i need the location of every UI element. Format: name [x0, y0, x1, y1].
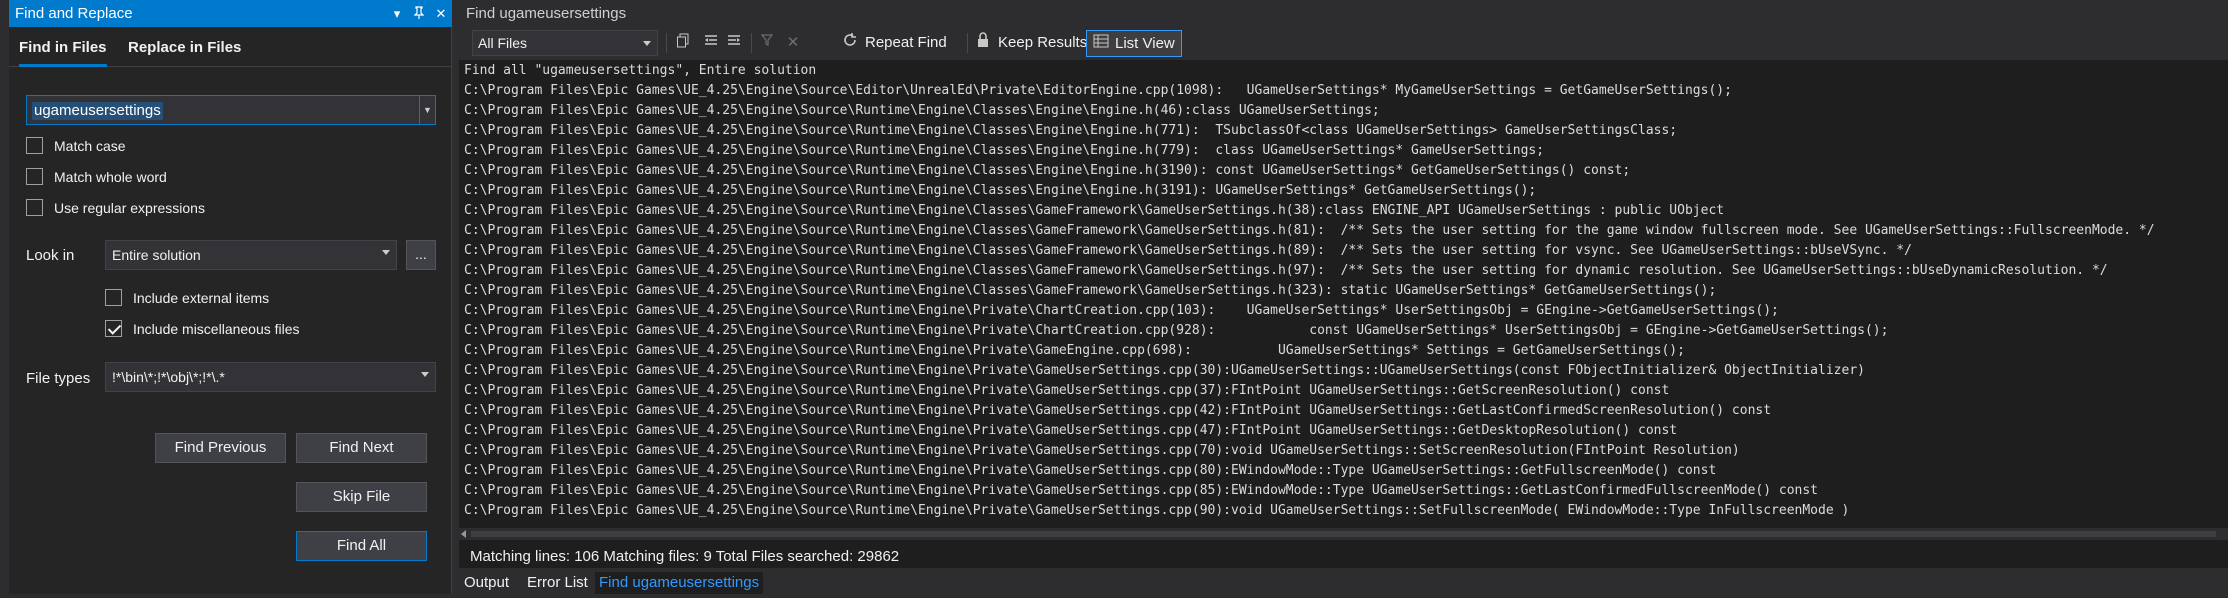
results-header-line[interactable]: Find all "ugameusersettings", Entire sol…: [464, 61, 816, 81]
file-types-value: !*\bin\*;!*\obj\*;!*\.*: [112, 369, 225, 385]
copy-icon[interactable]: [672, 32, 694, 54]
match-case-label: Match case: [54, 137, 126, 154]
file-types-input[interactable]: !*\bin\*;!*\obj\*;!*\.*: [105, 362, 436, 392]
chevron-down-icon: [421, 372, 429, 377]
result-line[interactable]: C:\Program Files\Epic Games\UE_4.25\Engi…: [464, 241, 1912, 261]
result-line[interactable]: C:\Program Files\Epic Games\UE_4.25\Engi…: [464, 161, 1630, 181]
include-external-items-checkbox[interactable]: Include external items: [105, 289, 269, 306]
toolbar-separator: [967, 33, 968, 53]
match-whole-word-label: Match whole word: [54, 168, 167, 185]
match-case-box[interactable]: [26, 137, 43, 154]
refresh-icon[interactable]: [839, 32, 861, 54]
search-input[interactable]: ugameusersettings ▼: [26, 95, 436, 125]
find-replace-titlebar: Find and Replace ▾ ✕: [9, 0, 452, 27]
window-menu-icon[interactable]: ▾: [386, 6, 408, 22]
repeat-find-button[interactable]: Repeat Find: [865, 34, 947, 51]
result-line[interactable]: C:\Program Files\Epic Games\UE_4.25\Engi…: [464, 201, 1724, 221]
find-results-panel: Find ugameusersettings All Files ✕ Repea…: [459, 0, 2228, 598]
regex-box[interactable]: [26, 199, 43, 216]
regex-label: Use regular expressions: [54, 199, 205, 216]
match-whole-word-checkbox[interactable]: Match whole word: [26, 168, 167, 185]
find-results-title: Find ugameusersettings: [459, 0, 2228, 27]
look-in-value: Entire solution: [112, 247, 201, 263]
result-line[interactable]: C:\Program Files\Epic Games\UE_4.25\Engi…: [464, 121, 1677, 141]
find-next-button[interactable]: Find Next: [296, 433, 427, 463]
result-line[interactable]: C:\Program Files\Epic Games\UE_4.25\Engi…: [464, 181, 1536, 201]
find-results-toolbar: All Files ✕ Repeat Find Keep Results Lis…: [459, 27, 2228, 60]
result-line[interactable]: C:\Program Files\Epic Games\UE_4.25\Engi…: [464, 361, 1865, 381]
toolbar-separator: [666, 33, 667, 53]
horizontal-scrollbar[interactable]: [459, 528, 2228, 540]
find-previous-button[interactable]: Find Previous: [155, 433, 286, 463]
bottom-tab-strip: Output Error List Find ugameusersettings: [459, 568, 2228, 598]
result-line[interactable]: C:\Program Files\Epic Games\UE_4.25\Engi…: [464, 481, 1818, 501]
tab-replace-in-files[interactable]: Replace in Files: [128, 39, 241, 56]
file-types-label: File types: [26, 370, 91, 387]
search-input-value: ugameusersettings: [32, 102, 163, 120]
result-line[interactable]: C:\Program Files\Epic Games\UE_4.25\Engi…: [464, 81, 1732, 101]
list-view-label: List View: [1115, 35, 1175, 52]
result-line[interactable]: C:\Program Files\Epic Games\UE_4.25\Engi…: [464, 301, 1779, 321]
skip-file-button[interactable]: Skip File: [296, 482, 427, 512]
match-case-checkbox[interactable]: Match case: [26, 137, 126, 154]
scope-value: All Files: [478, 35, 528, 51]
result-line[interactable]: C:\Program Files\Epic Games\UE_4.25\Engi…: [464, 341, 1685, 361]
scroll-left-icon[interactable]: [461, 530, 466, 538]
result-line[interactable]: C:\Program Files\Epic Games\UE_4.25\Engi…: [464, 461, 1716, 481]
pin-icon[interactable]: [408, 5, 430, 22]
tab-output[interactable]: Output: [460, 572, 513, 594]
find-replace-tabs: Find in Files Replace in Files: [9, 27, 452, 67]
result-line[interactable]: C:\Program Files\Epic Games\UE_4.25\Engi…: [464, 321, 1888, 341]
result-line[interactable]: C:\Program Files\Epic Games\UE_4.25\Engi…: [464, 101, 1380, 121]
clear-icon[interactable]: ✕: [782, 32, 804, 54]
list-view-icon: [1090, 33, 1112, 55]
regex-checkbox[interactable]: Use regular expressions: [26, 199, 205, 216]
toolbar-separator: [751, 33, 752, 53]
find-replace-panel: Find and Replace ▾ ✕ Find in Files Repla…: [9, 0, 452, 594]
result-line[interactable]: C:\Program Files\Epic Games\UE_4.25\Engi…: [464, 421, 1677, 441]
results-output[interactable]: Find all "ugameusersettings", Entire sol…: [459, 60, 2228, 528]
tab-find-results[interactable]: Find ugameusersettings: [595, 572, 764, 594]
result-line[interactable]: C:\Program Files\Epic Games\UE_4.25\Engi…: [464, 221, 2155, 241]
filter-icon[interactable]: [757, 32, 779, 54]
result-line[interactable]: C:\Program Files\Epic Games\UE_4.25\Engi…: [464, 441, 1740, 461]
chevron-down-icon: [643, 41, 651, 46]
include-external-items-box[interactable]: [105, 289, 122, 306]
go-to-previous-location-icon[interactable]: [700, 32, 722, 54]
lock-icon[interactable]: [972, 32, 994, 54]
match-whole-word-box[interactable]: [26, 168, 43, 185]
tab-find-in-files[interactable]: Find in Files: [19, 39, 107, 67]
scrollbar-thumb[interactable]: [471, 531, 2216, 537]
result-line[interactable]: C:\Program Files\Epic Games\UE_4.25\Engi…: [464, 401, 1771, 421]
include-misc-files-checkbox[interactable]: Include miscellaneous files: [105, 320, 300, 337]
result-line[interactable]: C:\Program Files\Epic Games\UE_4.25\Engi…: [464, 281, 1716, 301]
look-in-label: Look in: [26, 247, 75, 264]
browse-button[interactable]: ...: [406, 240, 436, 270]
include-external-items-label: Include external items: [133, 289, 270, 306]
chevron-down-icon: [382, 250, 390, 255]
include-misc-files-box[interactable]: [105, 320, 122, 337]
include-misc-files-label: Include miscellaneous files: [133, 320, 300, 337]
results-status: Matching lines: 106 Matching files: 9 To…: [470, 548, 900, 565]
find-all-button[interactable]: Find All: [296, 531, 427, 561]
scope-select[interactable]: All Files: [472, 30, 658, 56]
close-icon[interactable]: ✕: [430, 6, 452, 22]
go-to-next-location-icon[interactable]: [723, 32, 745, 54]
keep-results-button[interactable]: Keep Results: [998, 34, 1087, 51]
list-view-toggle[interactable]: List View: [1086, 30, 1182, 57]
result-line[interactable]: C:\Program Files\Epic Games\UE_4.25\Engi…: [464, 381, 1669, 401]
result-line[interactable]: C:\Program Files\Epic Games\UE_4.25\Engi…: [464, 141, 1544, 161]
search-history-dropdown-icon[interactable]: ▼: [419, 96, 435, 124]
look-in-select[interactable]: Entire solution: [105, 240, 397, 270]
find-replace-title: Find and Replace: [15, 5, 133, 22]
tab-error-list[interactable]: Error List: [523, 572, 592, 594]
result-line[interactable]: C:\Program Files\Epic Games\UE_4.25\Engi…: [464, 261, 2108, 281]
result-line[interactable]: C:\Program Files\Epic Games\UE_4.25\Engi…: [464, 501, 1849, 521]
